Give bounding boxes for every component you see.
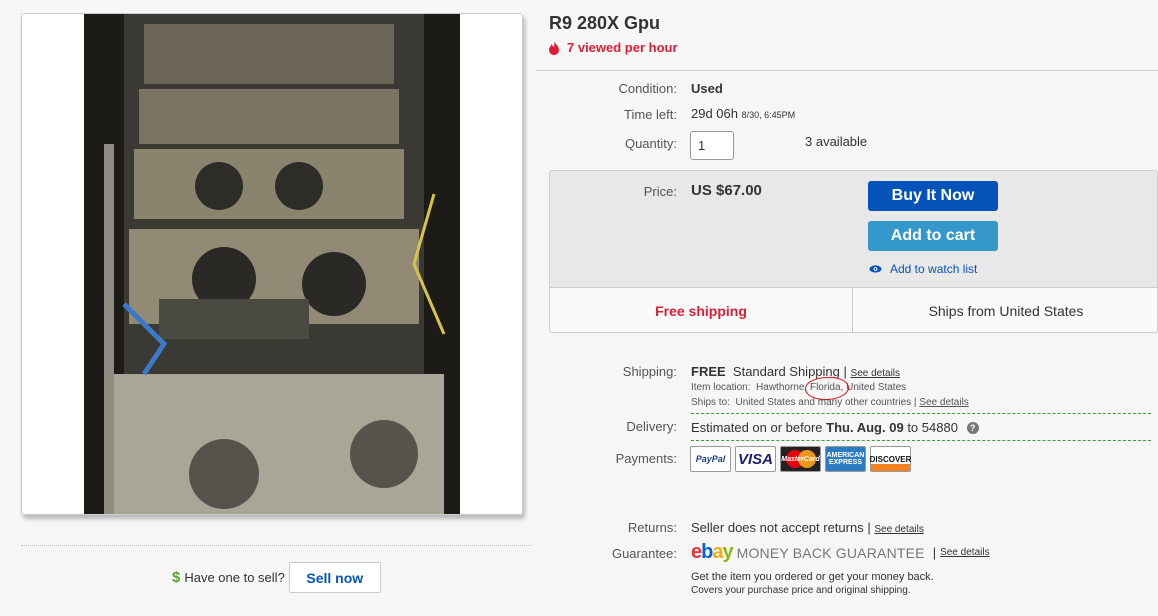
views-per-hour: 7 viewed per hour (548, 40, 678, 55)
guarantee-value: ebay MONEY BACK GUARANTEE | See details (691, 541, 990, 564)
views-text: 7 viewed per hour (567, 40, 678, 55)
visa-icon: VISA (735, 446, 776, 472)
delivery-to: to (907, 420, 919, 435)
delivery-zip: 54880 (921, 420, 958, 435)
item-photo[interactable] (84, 14, 460, 514)
money-back-guarantee: MONEY BACK GUARANTEE (736, 544, 925, 561)
ships-to: Ships to: United States and many other c… (691, 397, 969, 408)
sell-prompt: $ Have one to sell? Sell now (172, 562, 381, 593)
left-divider (21, 545, 531, 546)
price-value: US $67.00 (691, 182, 762, 199)
eye-icon (869, 265, 882, 273)
separator: | (843, 364, 847, 379)
condition-value: Used (691, 81, 723, 96)
quantity-input[interactable] (690, 131, 734, 160)
shipping-see-details-link[interactable]: See details (851, 368, 900, 379)
delivery-date: Thu. Aug. 09 (826, 420, 904, 435)
guarantee-line-2: Covers your purchase price and original … (691, 585, 911, 596)
dollar-icon: $ (172, 569, 181, 586)
separator: | (867, 520, 871, 535)
sell-now-button[interactable]: Sell now (288, 562, 381, 593)
time-left-end: 8/30, 6:45PM (741, 110, 796, 120)
ebay-logo: ebay (691, 541, 734, 563)
item-photo-frame[interactable] (21, 13, 523, 515)
shipping-value: FREE Standard Shipping | See details (691, 364, 900, 379)
help-icon[interactable]: ? (966, 422, 979, 434)
item-location-country: United States (846, 382, 907, 393)
item-location-label: Item location: (691, 382, 751, 393)
returns-value: Seller does not accept returns | See det… (691, 520, 924, 535)
free-shipping-badge: Free shipping (550, 288, 853, 332)
price-label: Price: (643, 184, 677, 199)
returns-see-details-link[interactable]: See details (874, 524, 923, 535)
buy-it-now-button[interactable]: Buy It Now (868, 181, 998, 211)
payments-label: Payments: (615, 451, 677, 466)
guarantee-label: Guarantee: (611, 546, 677, 561)
shipping-divider (691, 413, 1151, 414)
sell-prompt-text: Have one to sell? (184, 570, 285, 585)
discover-icon: DISCOVER (870, 446, 911, 472)
ships-from-text: Ships from United States (928, 303, 1084, 319)
separator: | (932, 545, 937, 560)
payment-methods: PayPal VISA MasterCard AMERICAN EXPRESS … (690, 446, 911, 472)
returns-label: Returns: (627, 520, 677, 535)
ships-to-value: United States and many other countries (735, 397, 912, 408)
time-left-label: Time left: (624, 107, 677, 122)
item-location-city: Hawthorne, (756, 382, 808, 393)
shipping-label: Shipping: (622, 364, 677, 379)
guarantee-see-details-link[interactable]: See details (940, 547, 989, 558)
separator: | (913, 397, 917, 408)
price-box: Price: US $67.00 Buy It Now Add to cart … (549, 170, 1158, 333)
gpu-rig-photo (84, 14, 460, 514)
time-left-value: 29d 06h 8/30, 6:45PM (691, 106, 795, 121)
quantity-label: Quantity: (624, 136, 677, 151)
amex-icon: AMERICAN EXPRESS (825, 446, 866, 472)
item-location: Item location: Hawthorne, Florida, Unite… (691, 382, 906, 393)
condition-label: Condition: (618, 81, 677, 96)
delivery-estimated: Estimated on or before (691, 420, 823, 435)
returns-text: Seller does not accept returns (691, 520, 864, 535)
mastercard-icon: MasterCard (780, 446, 821, 472)
flame-icon (549, 40, 559, 55)
ships-to-see-details-link[interactable]: See details (919, 397, 968, 408)
watch-label: Add to watch list (890, 262, 978, 276)
shipping-summary-row: Free shipping Ships from United States (550, 287, 1157, 332)
delivery-value: Estimated on or before Thu. Aug. 09 to 5… (691, 420, 979, 435)
delivery-label: Delivery: (626, 419, 677, 434)
title-divider (536, 70, 1158, 71)
item-title: R9 280X Gpu (549, 13, 661, 33)
time-left-duration: 29d 06h (691, 106, 738, 121)
ships-to-label: Ships to: (691, 397, 730, 408)
add-to-cart-button[interactable]: Add to cart (868, 221, 998, 251)
shipping-free: FREE (691, 364, 726, 379)
add-to-watch-list-link[interactable]: Add to watch list (869, 262, 977, 276)
guarantee-line-1: Get the item you ordered or get your mon… (691, 571, 934, 583)
delivery-divider (691, 440, 1151, 441)
quantity-available: 3 available (805, 134, 868, 149)
mastercard-label: MasterCard (781, 455, 820, 463)
paypal-icon: PayPal (690, 446, 731, 472)
